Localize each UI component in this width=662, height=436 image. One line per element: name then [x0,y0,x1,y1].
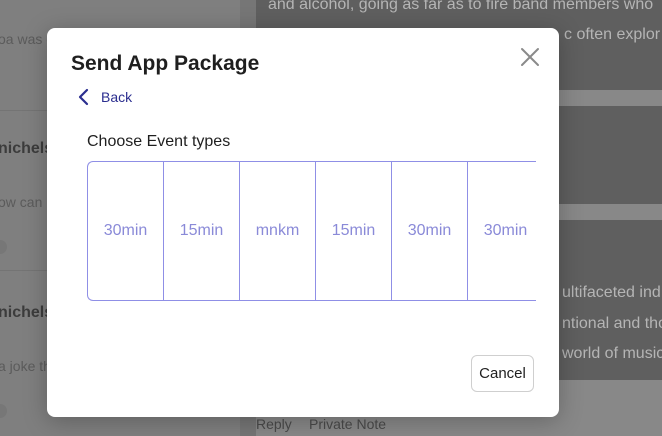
modal-title: Send App Package [71,52,260,75]
event-type-tile[interactable]: 30min [468,162,536,300]
cancel-button[interactable]: Cancel [471,355,534,392]
back-label: Back [101,89,133,105]
message-text: ultifaceted ind [562,284,661,301]
message-text: ntional and tho [562,315,662,332]
event-type-tile[interactable]: 15min [164,162,240,300]
close-icon [521,48,539,66]
event-type-tile[interactable]: mnkm [240,162,316,300]
event-types-track: 30min 15min mnkm 15min 30min 30min [88,162,536,300]
avatar [0,404,7,418]
event-type-tile[interactable]: 30min [88,162,164,300]
list-snippet: ow can [0,194,43,210]
chevron-left-icon [78,88,89,106]
contact-name: nichels [0,140,54,157]
message-text: c often explor [564,26,661,43]
private-note-tab[interactable]: Private Note [309,416,386,432]
contact-name: nichels [0,304,54,321]
close-button[interactable] [519,46,541,68]
back-button[interactable]: Back [77,88,132,106]
event-types-carousel[interactable]: 30min 15min mnkm 15min 30min 30min [87,161,536,301]
reply-tab[interactable]: Reply [256,416,292,432]
event-type-tile[interactable]: 15min [316,162,392,300]
message-text: world of music [562,345,662,362]
message-text: and alcohol, going as far as to fire ban… [268,0,654,13]
send-app-package-modal: Send App Package Back Choose Event types… [47,28,559,417]
event-type-tile[interactable]: 30min [392,162,468,300]
list-snippet: oa was c [0,31,54,47]
list-snippet: a joke th [0,358,51,374]
avatar [0,240,7,254]
section-label: Choose Event types [87,133,231,150]
